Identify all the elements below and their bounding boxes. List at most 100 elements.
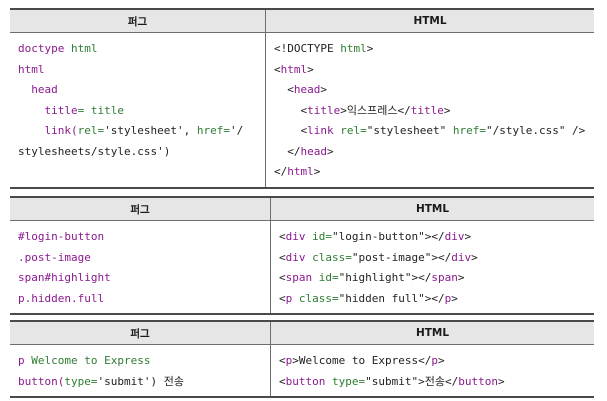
header-pug: 퍼그 <box>10 10 266 32</box>
code-token: "login-button"></ <box>332 230 445 243</box>
code-token: html <box>287 165 314 178</box>
table-header: 퍼그 HTML <box>10 10 594 33</box>
code-line: stylesheets/style.css') <box>18 142 265 163</box>
code-token: div <box>285 230 313 243</box>
code-token: "submit">전송</ <box>365 374 459 388</box>
code-token: .post-image <box>18 250 91 264</box>
code-token: html <box>70 42 98 55</box>
code-token: < <box>274 124 308 137</box>
code-token: rel= <box>77 124 105 137</box>
code-token: < <box>279 271 286 284</box>
code-line: <p>Welcome to Express</p> <box>279 351 594 372</box>
code-token: < <box>279 291 286 305</box>
code-line: p.hidden.full <box>18 289 270 310</box>
code-token: p <box>285 291 299 305</box>
code-token: < <box>279 250 286 264</box>
pug-code-column: #login-button .post-image span#highlight p.… <box>10 221 271 313</box>
code-token: > <box>451 291 458 305</box>
code-token: class= <box>312 250 352 264</box>
code-token: div <box>444 230 465 243</box>
code-token: link <box>307 124 341 137</box>
header-pug: 퍼그 <box>10 322 271 344</box>
code-token: Welcome to Express <box>31 354 151 367</box>
code-token: >익스프레스</ <box>340 103 411 117</box>
code-token: "stylesheet" <box>366 124 453 137</box>
code-token: class= <box>298 291 339 305</box>
code-token: p.hidden.full <box>18 291 105 305</box>
pug-code-block: doctype html html head title= title link(… <box>10 33 265 166</box>
code-token: < <box>279 374 286 388</box>
code-token: div <box>451 250 472 264</box>
code-token: > <box>366 42 374 55</box>
code-token: title <box>307 103 341 117</box>
table-body: doctype html html head title= title link(… <box>10 33 594 189</box>
code-token: div <box>285 250 313 264</box>
pug-code-column: p Welcome to Express button(type='submit'… <box>10 345 271 396</box>
code-line: span#highlight <box>18 268 270 289</box>
code-token: <!DOCTYPE <box>274 42 341 55</box>
code-token: 'submit') <box>97 374 164 388</box>
comparison-table-selectors: 퍼그 HTML #login-button .post-image span#hig… <box>10 196 594 315</box>
code-token: 'stylesheet', <box>104 124 197 137</box>
code-token: stylesheets/style.css') <box>18 144 171 158</box>
code-token: </ <box>274 165 288 178</box>
code-line: link(rel='stylesheet', href='/ <box>18 121 265 142</box>
code-line: head <box>18 80 265 101</box>
code-token: button( <box>18 374 65 388</box>
code-token: title <box>18 103 78 117</box>
code-token: 전송 <box>163 374 184 388</box>
html-code-block: <div id="login-button"></div> <div class=… <box>271 221 594 313</box>
header-html: HTML <box>415 203 450 215</box>
code-token: html <box>340 42 367 55</box>
code-token: '/ <box>229 124 244 137</box>
code-token: p <box>431 354 438 367</box>
code-line: .post-image <box>18 248 270 269</box>
code-token: html <box>18 62 45 76</box>
code-token: < <box>279 230 286 243</box>
code-token: span#highlight <box>18 271 111 284</box>
code-line: <div id="login-button"></div> <box>279 227 594 248</box>
code-token: "hidden full"></ <box>338 291 445 305</box>
code-token: button <box>285 374 332 388</box>
code-token: < <box>279 354 286 367</box>
code-token: button <box>458 374 498 388</box>
code-token: "post-image"></ <box>351 250 452 264</box>
code-token: link( <box>18 124 78 137</box>
code-token: type= <box>331 374 366 388</box>
comparison-table-document: 퍼그 HTML doctype html html head title= tit… <box>10 8 594 189</box>
code-token: doctype <box>18 42 71 55</box>
code-token: < <box>274 83 294 96</box>
code-line: button(type='submit') 전송 <box>18 372 270 393</box>
code-token: > <box>327 144 334 158</box>
code-line: <html> <box>274 60 594 81</box>
header-pug: 퍼그 <box>10 198 271 220</box>
code-token: = title <box>77 103 124 117</box>
table-body: p Welcome to Express button(type='submit'… <box>10 345 594 398</box>
code-token: > <box>471 250 478 264</box>
code-line: <button type="submit">전송</button> <box>279 372 594 393</box>
code-token: html <box>280 62 308 76</box>
code-token: > <box>464 230 472 243</box>
code-token: >Welcome to Express</ <box>292 354 432 367</box>
code-token: </ <box>274 144 301 158</box>
header-html: HTML <box>413 15 447 27</box>
comparison-table-content: 퍼그 HTML p Welcome to Express button(type=… <box>10 320 594 398</box>
table-header: 퍼그 HTML <box>10 322 594 345</box>
code-token: > <box>443 103 451 117</box>
pug-code-block: #login-button .post-image span#highlight p.… <box>10 221 270 313</box>
code-line: <span id="highlight"></span> <box>279 268 594 289</box>
html-code-column: <!DOCTYPE html> <html> <head> <title>익스프레… <box>266 33 594 187</box>
table-header: 퍼그 HTML <box>10 198 594 221</box>
code-token: > <box>437 354 445 367</box>
code-token: head <box>300 144 328 158</box>
html-code-block: <!DOCTYPE html> <html> <head> <title>익스프레… <box>266 33 594 187</box>
pug-code-column: doctype html html head title= title link(… <box>10 33 266 187</box>
html-code-column: <div id="login-button"></div> <div class=… <box>271 221 594 313</box>
code-token: href= <box>196 124 230 137</box>
code-line: </head> <box>274 142 594 163</box>
code-token: href= <box>452 124 486 137</box>
header-html: HTML <box>415 327 450 339</box>
code-token: > <box>457 271 465 284</box>
code-line: doctype html <box>18 39 265 60</box>
code-line: <div class="post-image"></div> <box>279 248 594 269</box>
